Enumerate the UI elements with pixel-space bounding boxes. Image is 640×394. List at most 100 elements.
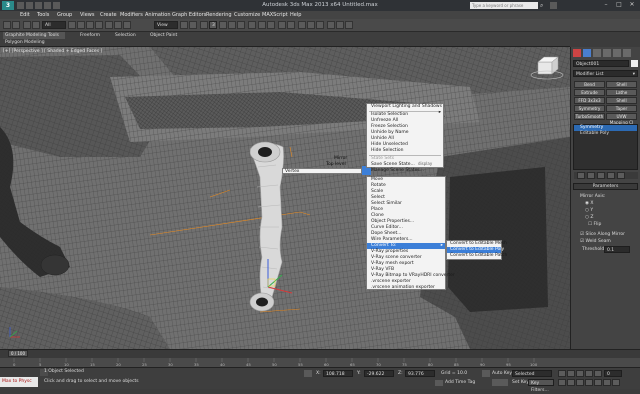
prev-frame-icon[interactable] xyxy=(567,370,575,377)
qm-vrscene-animation-exporter[interactable]: .vrscene animation exporter xyxy=(367,285,445,291)
flip-checkbox[interactable]: ☐ Flip xyxy=(588,222,601,227)
modifier-bend-button[interactable]: Bend xyxy=(574,81,605,88)
zoom-all-icon[interactable] xyxy=(567,379,575,386)
key-mode-icon[interactable] xyxy=(482,370,490,377)
time-slider-handle[interactable]: 0 / 100 xyxy=(8,350,28,357)
scale-tool-icon[interactable] xyxy=(123,21,131,29)
select-by-name-icon[interactable] xyxy=(77,21,85,29)
align-icon[interactable] xyxy=(267,21,275,29)
convert-editable-patch[interactable]: Convert to Editable Patch xyxy=(447,253,507,259)
motion-tab-icon[interactable] xyxy=(603,49,611,57)
move-tool-icon[interactable] xyxy=(105,21,113,29)
unlink-icon[interactable] xyxy=(32,21,40,29)
menu-rendering[interactable]: Rendering xyxy=(206,11,232,19)
z-coord-field[interactable]: 93.776 xyxy=(405,370,435,377)
pan-icon[interactable] xyxy=(594,379,602,386)
utilities-tab-icon[interactable] xyxy=(623,49,631,57)
tab-graphite-modeling-tools[interactable]: Graphite Modeling Tools xyxy=(5,33,59,39)
menu-views[interactable]: Views xyxy=(80,11,94,19)
modifier-shell-button[interactable]: Shell xyxy=(606,81,637,88)
schematic-view-icon[interactable] xyxy=(307,21,315,29)
selected-dropdown[interactable]: Selected xyxy=(512,370,552,377)
x-coord-field[interactable]: 108.718 xyxy=(323,370,353,377)
maximize-button[interactable]: □ xyxy=(613,1,625,9)
field-of-view-icon[interactable] xyxy=(585,379,593,386)
rotate-tool-icon[interactable] xyxy=(114,21,122,29)
auto-key-button[interactable]: Auto Key xyxy=(492,371,512,376)
modifier-turbosmooth-button[interactable]: TurboSmooth xyxy=(574,113,605,120)
maximize-viewport-icon[interactable] xyxy=(612,379,620,386)
material-editor-icon[interactable] xyxy=(316,21,324,29)
goto-end-icon[interactable] xyxy=(594,370,602,377)
help-icon[interactable] xyxy=(550,2,557,9)
tab-object-paint[interactable]: Object Paint xyxy=(150,33,177,39)
axis-z-radio[interactable]: ○ Z xyxy=(585,215,593,220)
play-icon[interactable] xyxy=(576,370,584,377)
threshold-field[interactable]: 0.1 xyxy=(604,246,630,253)
menu-tools[interactable]: Tools xyxy=(37,11,49,19)
set-key-button[interactable]: Set Key xyxy=(512,380,529,385)
search-input[interactable]: Type a keyword or phrase xyxy=(470,2,538,9)
modifier-symmetry-button[interactable]: Symmetry xyxy=(574,105,605,112)
next-frame-icon[interactable] xyxy=(585,370,593,377)
axis-x-radio[interactable]: ◉ X xyxy=(585,201,593,206)
stack-item-editable-poly[interactable]: Editable Poly xyxy=(574,131,637,137)
lock-icon[interactable] xyxy=(304,370,312,377)
configure-sets-icon[interactable] xyxy=(617,172,625,179)
add-time-tag[interactable]: Add Time Tag xyxy=(445,380,475,385)
menu-maxscript[interactable]: MAXScript xyxy=(262,11,288,19)
select-object-icon[interactable] xyxy=(68,21,76,29)
modifier-shell2-button[interactable]: Shell xyxy=(606,97,637,104)
viewport-label[interactable]: [+] [Perspective ] [ Shaded + Edged Face… xyxy=(3,49,102,54)
mirror-icon[interactable] xyxy=(258,21,266,29)
modifier-taper-button[interactable]: Taper xyxy=(606,105,637,112)
modifier-ffd-button[interactable]: FFD 3x3x3 xyxy=(574,97,605,104)
menu-create[interactable]: Create xyxy=(100,11,117,19)
display-tab-icon[interactable] xyxy=(613,49,621,57)
graphite-toggle-icon[interactable] xyxy=(287,21,295,29)
percent-snap-icon[interactable] xyxy=(228,21,236,29)
axis-y-radio[interactable]: ○ Y xyxy=(585,208,593,213)
reference-coord-dropdown[interactable]: View xyxy=(154,21,178,29)
undo-icon[interactable] xyxy=(44,2,51,9)
y-coord-field[interactable]: -29.622 xyxy=(364,370,394,377)
snaps-toggle-icon[interactable]: 3 xyxy=(209,21,217,29)
object-color-swatch[interactable] xyxy=(631,60,638,67)
weld-seam-checkbox[interactable]: ☑ Weld Seam xyxy=(580,239,611,244)
menu-group[interactable]: Group xyxy=(57,11,72,19)
qm-viewport-lighting[interactable]: Viewport Lighting and Shadows ▸ xyxy=(367,104,443,115)
quad-left-mirror[interactable]: Mirror xyxy=(334,156,347,161)
menu-edit[interactable]: Edit xyxy=(20,11,30,19)
redo-icon[interactable] xyxy=(53,2,60,9)
pin-stack-icon[interactable] xyxy=(577,172,585,179)
modifier-lathe-button[interactable]: Lathe xyxy=(606,89,637,96)
tab-freeform[interactable]: Freeform xyxy=(80,33,100,39)
object-name-field[interactable]: Object001 xyxy=(573,60,629,67)
menu-animation[interactable]: Animation xyxy=(145,11,171,19)
window-crossing-icon[interactable] xyxy=(95,21,103,29)
zoom-icon[interactable] xyxy=(558,379,566,386)
orbit-icon[interactable] xyxy=(603,379,611,386)
make-unique-icon[interactable] xyxy=(597,172,605,179)
pivot-center-icon[interactable] xyxy=(180,21,188,29)
modifier-uvw-mapping-button[interactable]: UVW Mapping Cl xyxy=(606,113,637,125)
ribbon-panel-polygon-modeling[interactable]: Polygon Modeling xyxy=(5,40,45,45)
current-frame-field[interactable]: 0 xyxy=(604,370,622,377)
save-file-icon[interactable] xyxy=(35,2,42,9)
link-icon[interactable] xyxy=(23,21,31,29)
rectangular-selection-icon[interactable] xyxy=(86,21,94,29)
angle-snap-icon[interactable] xyxy=(219,21,227,29)
render-production-icon[interactable] xyxy=(345,21,353,29)
manipulate-icon[interactable] xyxy=(189,21,197,29)
quad-left-vertex[interactable]: Vertex xyxy=(283,169,361,175)
goto-start-icon[interactable] xyxy=(558,370,566,377)
key-filters-button[interactable]: Key Filters... xyxy=(528,379,554,393)
keyboard-shortcut-icon[interactable] xyxy=(200,21,208,29)
new-file-icon[interactable] xyxy=(17,2,24,9)
undo-tool-icon[interactable] xyxy=(3,21,11,29)
search-icon[interactable]: ⌕ xyxy=(540,2,547,9)
menu-help[interactable]: Help xyxy=(290,11,301,19)
layer-manager-icon[interactable] xyxy=(278,21,286,29)
show-end-result-icon[interactable] xyxy=(587,172,595,179)
zoom-extents-icon[interactable] xyxy=(576,379,584,386)
